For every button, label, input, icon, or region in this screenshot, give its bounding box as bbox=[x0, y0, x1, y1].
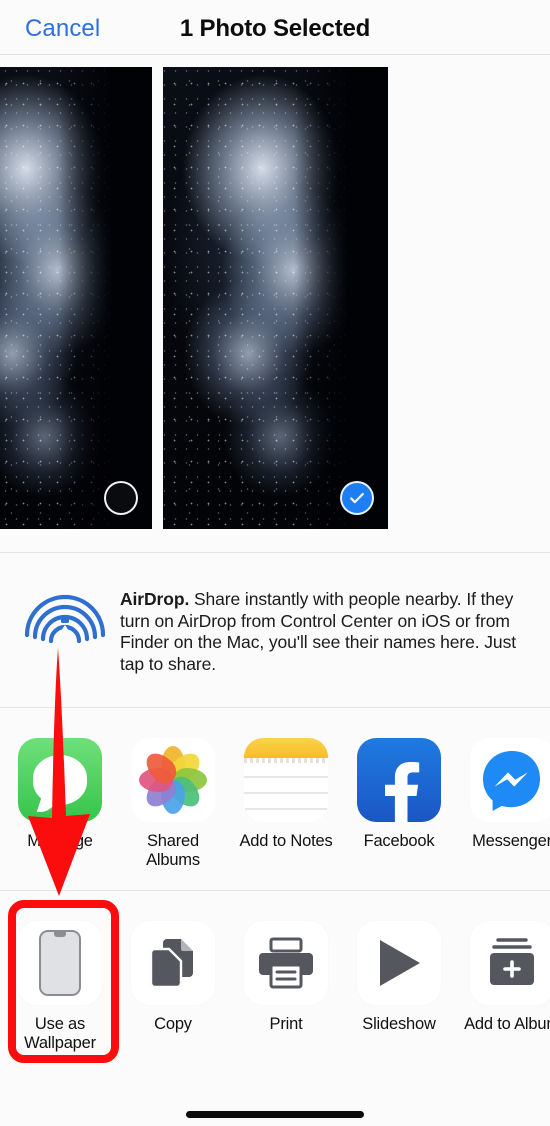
action-label: Print bbox=[269, 1015, 303, 1033]
app-share-row: Message Shared Albums Add to Notes Faceb… bbox=[0, 708, 550, 890]
selected-photos-strip bbox=[0, 56, 550, 539]
action-print[interactable]: Print bbox=[233, 891, 339, 1034]
airdrop-icon bbox=[19, 585, 111, 659]
action-add-to-album[interactable]: Add to Album bbox=[459, 891, 550, 1034]
action-label: Slideshow bbox=[362, 1015, 436, 1033]
share-sheet-screen: Cancel 1 Photo Selected AirDrop. Share i… bbox=[0, 0, 550, 1126]
share-target-message[interactable]: Message bbox=[7, 708, 113, 851]
photo-thumbnail-2[interactable] bbox=[163, 67, 388, 529]
airdrop-title: AirDrop. bbox=[120, 589, 190, 609]
action-copy[interactable]: Copy bbox=[120, 891, 226, 1034]
copy-icon bbox=[131, 921, 215, 1005]
share-target-label: Add to Notes bbox=[239, 832, 333, 850]
iphone-wallpaper-icon bbox=[18, 921, 102, 1005]
checkmark-circle-icon[interactable] bbox=[340, 481, 374, 515]
photos-app-icon bbox=[131, 738, 215, 822]
home-indicator-bar bbox=[186, 1111, 364, 1118]
action-slideshow[interactable]: Slideshow bbox=[346, 891, 452, 1034]
share-target-label: Shared Albums bbox=[146, 832, 200, 869]
page-title: 1 Photo Selected bbox=[179, 15, 371, 42]
navigation-bar: Cancel 1 Photo Selected bbox=[0, 0, 550, 55]
messages-app-icon bbox=[18, 738, 102, 822]
share-target-label: Facebook bbox=[363, 832, 435, 850]
play-triangle-icon bbox=[357, 921, 441, 1005]
empty-circle-icon[interactable] bbox=[104, 481, 138, 515]
share-target-add-to-notes[interactable]: Add to Notes bbox=[233, 708, 339, 851]
photo-thumbnail-1[interactable] bbox=[0, 67, 152, 529]
share-target-label: Messenger bbox=[472, 832, 550, 850]
action-label: Copy bbox=[154, 1015, 192, 1033]
share-target-facebook[interactable]: Facebook bbox=[346, 708, 452, 851]
messenger-app-icon bbox=[470, 738, 550, 822]
action-row: Use as Wallpaper Copy Print Slideshow Ad… bbox=[0, 891, 550, 1073]
action-use-as-wallpaper[interactable]: Use as Wallpaper bbox=[7, 891, 113, 1053]
share-target-messenger[interactable]: Messenger bbox=[459, 708, 550, 851]
add-to-album-icon bbox=[470, 921, 550, 1005]
photo-vignette-2 bbox=[293, 67, 388, 529]
share-target-label: Message bbox=[27, 832, 93, 850]
printer-icon bbox=[244, 921, 328, 1005]
photo-vignette-1 bbox=[57, 67, 152, 529]
action-label: Add to Album bbox=[464, 1015, 550, 1033]
share-target-shared-albums[interactable]: Shared Albums bbox=[120, 708, 226, 870]
airdrop-section[interactable]: AirDrop. Share instantly with people nea… bbox=[0, 553, 550, 707]
notes-app-icon bbox=[244, 738, 328, 822]
action-label: Use as Wallpaper bbox=[24, 1015, 96, 1052]
airdrop-description: AirDrop. Share instantly with people nea… bbox=[120, 589, 532, 675]
facebook-app-icon bbox=[357, 738, 441, 822]
